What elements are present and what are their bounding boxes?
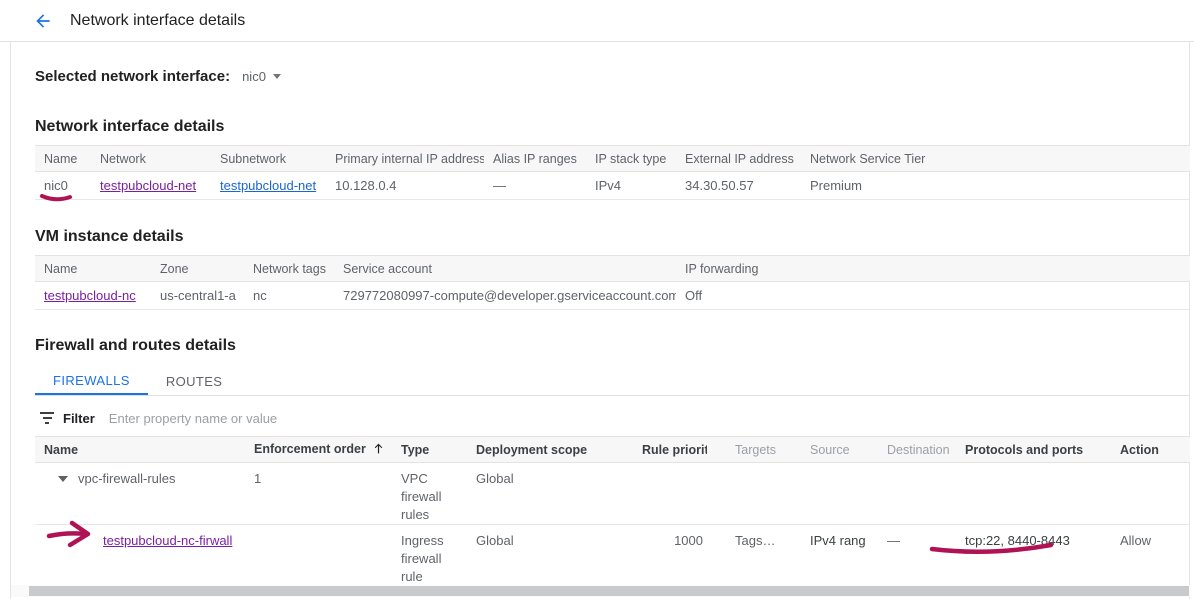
sort-ascending-icon — [372, 444, 385, 458]
section-title-vm-instance: VM instance details — [35, 228, 1189, 246]
cell-subnetwork: testpubcloud-net — [211, 172, 326, 200]
col-header-protocols: Protocols and ports — [956, 437, 1111, 463]
cell-zone: us-central1-a — [151, 282, 244, 310]
horizontal-scrollbar-thumb[interactable] — [29, 586, 1189, 596]
col-header: Subnetwork — [211, 146, 326, 172]
col-header: Name — [35, 146, 91, 172]
col-header-name: Name — [35, 437, 245, 463]
chevron-down-icon — [273, 74, 281, 79]
cell-destination: — — [878, 525, 956, 587]
col-header-source: Source — [801, 437, 878, 463]
cell-external-ip: 34.30.50.57 — [676, 172, 801, 200]
network-interface-table: Name Network Subnetwork Primary internal… — [35, 145, 1190, 200]
col-header-targets: Targets — [707, 437, 801, 463]
col-header: External IP address — [676, 146, 801, 172]
subnetwork-link[interactable]: testpubcloud-net — [220, 178, 316, 193]
back-button[interactable] — [28, 6, 58, 36]
col-header: Primary internal IP address — [326, 146, 484, 172]
section-title-firewall-routes: Firewall and routes details — [35, 337, 1189, 355]
table-header-row: Name Zone Network tags Service account I… — [35, 256, 1190, 282]
section-title-network-interface: Network interface details — [35, 118, 1189, 136]
tab-firewalls[interactable]: FIREWALLS — [35, 367, 148, 395]
cell-network-tags: nc — [244, 282, 334, 310]
cell-protocols — [956, 463, 1111, 525]
col-header-deployment-scope: Deployment scope — [467, 437, 633, 463]
cell-name: vpc-firewall-rules — [35, 463, 245, 525]
cell-targets: Tags… — [707, 525, 801, 587]
col-header: Service account — [334, 256, 676, 282]
enforcement-order-label: Enforcement order — [254, 442, 366, 456]
filter-list-icon — [39, 412, 55, 424]
firewall-rule-row: testpubcloud-nc-firwall Ingress firewall… — [35, 525, 1190, 587]
cell-action — [1111, 463, 1190, 525]
cell-enforcement-order — [245, 525, 392, 587]
col-header-destination: Destination — [878, 437, 956, 463]
cell-deployment-scope: Global — [467, 463, 633, 525]
col-header: Alias IP ranges — [484, 146, 586, 172]
cell-name: nic0 — [35, 172, 91, 200]
interface-select-dropdown[interactable]: nic0 — [242, 69, 281, 84]
col-header: IP forwarding — [676, 256, 1190, 282]
col-header: Network — [91, 146, 211, 172]
cell-protocols: tcp:22, 8440-8443 — [956, 525, 1111, 587]
cell-type: VPC firewall rules — [392, 463, 467, 525]
horizontal-scrollbar — [11, 585, 1190, 597]
interface-selected-value: nic0 — [242, 69, 266, 84]
table-row: testpubcloud-nc us-central1-a nc 7297720… — [35, 282, 1190, 310]
cell-destination — [878, 463, 956, 525]
firewall-rule-link[interactable]: testpubcloud-nc-firwall — [103, 533, 232, 548]
col-header: Zone — [151, 256, 244, 282]
cell-primary-ip: 10.128.0.4 — [326, 172, 484, 200]
arrow-back-icon — [33, 11, 53, 31]
cell-service-tier: Premium — [801, 172, 1190, 200]
cell-deployment-scope: Global — [467, 525, 633, 587]
vm-instance-link[interactable]: testpubcloud-nc — [44, 288, 136, 303]
cell-service-account: 729772080997-compute@developer.gservicea… — [334, 282, 676, 310]
app-bar: Network interface details — [0, 0, 1194, 42]
interface-selector-row: Selected network interface: nic0 — [35, 42, 1189, 85]
vm-instance-table: Name Zone Network tags Service account I… — [35, 255, 1190, 310]
tab-routes[interactable]: ROUTES — [148, 367, 241, 395]
col-header-rule-priority: Rule priority — [633, 437, 707, 463]
cell-ip-forwarding: Off — [676, 282, 1190, 310]
page-title: Network interface details — [70, 12, 245, 30]
cell-action: Allow — [1111, 525, 1190, 587]
cell-enforcement-order: 1 — [245, 463, 392, 525]
cell-name: testpubcloud-nc — [35, 282, 151, 310]
col-header-action: Action — [1111, 437, 1190, 463]
filter-input[interactable] — [109, 411, 529, 426]
table-header-row: Name Network Subnetwork Primary internal… — [35, 146, 1190, 172]
interface-selector-label: Selected network interface: — [35, 68, 230, 85]
table-row: nic0 testpubcloud-net testpubcloud-net 1… — [35, 172, 1190, 200]
cell-alias-ranges: — — [484, 172, 586, 200]
col-header: Network tags — [244, 256, 334, 282]
cell-targets — [707, 463, 801, 525]
filter-label: Filter — [63, 411, 95, 426]
col-header: Name — [35, 256, 151, 282]
cell-type: Ingress firewall rule — [392, 525, 467, 587]
firewall-group-name: vpc-firewall-rules — [78, 471, 176, 486]
col-header-enforcement-order[interactable]: Enforcement order — [245, 437, 392, 463]
cell-rule-priority — [633, 463, 707, 525]
col-header-type: Type — [392, 437, 467, 463]
col-header: Network Service Tier — [801, 146, 1190, 172]
firewall-group-row: vpc-firewall-rules 1 VPC firewall rules … — [35, 463, 1190, 525]
cell-ip-stack: IPv4 — [586, 172, 676, 200]
filter-bar[interactable]: Filter — [35, 405, 1189, 431]
cell-name: testpubcloud-nc-firwall — [35, 525, 245, 587]
collapse-caret-icon[interactable] — [58, 476, 68, 482]
network-link[interactable]: testpubcloud-net — [100, 178, 196, 193]
cell-source — [801, 463, 878, 525]
cell-rule-priority: 1000 — [633, 525, 707, 587]
firewalls-table: Name Enforcement order Type Deployment s… — [35, 436, 1190, 587]
table-header-row: Name Enforcement order Type Deployment s… — [35, 437, 1190, 463]
cell-network: testpubcloud-net — [91, 172, 211, 200]
col-header: IP stack type — [586, 146, 676, 172]
content-panel: Selected network interface: nic0 Network… — [10, 42, 1190, 599]
cell-source: IPv4 rang — [801, 525, 878, 587]
firewall-routes-tabbar: FIREWALLS ROUTES — [35, 367, 1189, 396]
